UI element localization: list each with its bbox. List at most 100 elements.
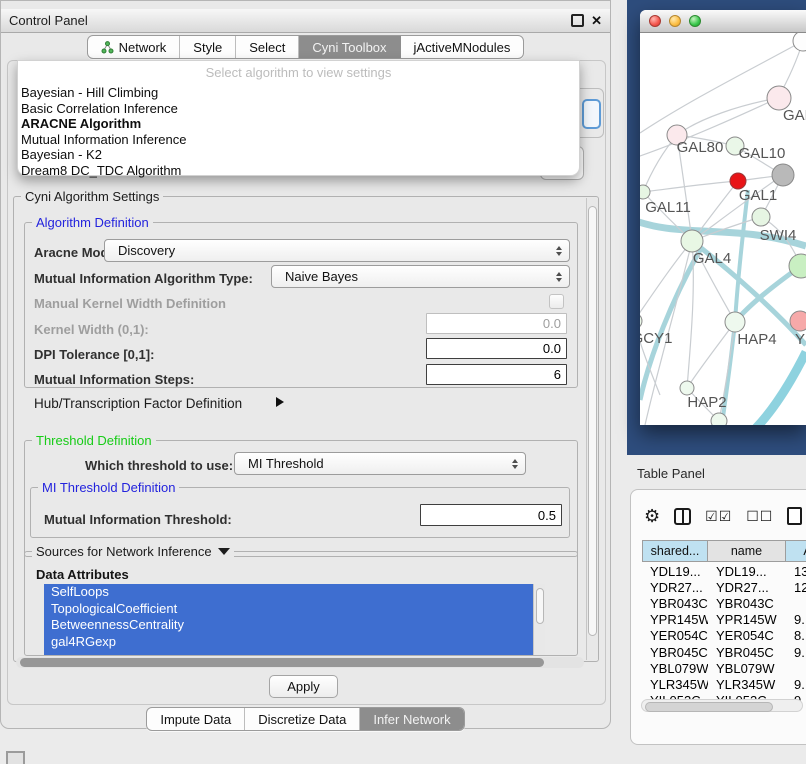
attribute-item[interactable]: TopologicalCoefficient <box>44 601 533 618</box>
cell-shared-name: YDL19... <box>642 564 708 579</box>
network-graph[interactable]: GAL80 GAL10 GAL1 GAL11 SWI4 GAL4 GCY1 HA… <box>640 33 806 425</box>
expand-right-icon[interactable] <box>276 397 284 407</box>
attribute-list-scroll-thumb[interactable] <box>536 588 544 624</box>
mi-steps-field[interactable] <box>426 364 567 385</box>
table-row[interactable]: YDL19... YDL19... 13 <box>642 563 806 579</box>
top-tabstrip: Network Style Select Cyni Toolbox jActiv… <box>0 35 611 59</box>
settings-hscroll-thumb[interactable] <box>20 658 544 667</box>
network-node-labels: GAL80 GAL10 GAL1 GAL11 SWI4 GAL4 GCY1 HA… <box>640 107 806 411</box>
mac-minimize-icon[interactable] <box>669 15 681 27</box>
dropdown-item[interactable]: Basic Correlation Inference <box>18 101 579 117</box>
combo-spinner-icon <box>512 459 518 469</box>
network-node[interactable] <box>711 413 727 425</box>
data-attributes-list[interactable]: SelfLoops TopologicalCoefficient Between… <box>44 584 533 655</box>
tab-discretize-data[interactable]: Discretize Data <box>245 708 360 730</box>
cell-name: YPR145W <box>708 612 786 627</box>
network-node[interactable] <box>640 313 642 329</box>
minimized-panel-icon[interactable] <box>6 751 25 764</box>
tab-network[interactable]: Network <box>88 36 181 58</box>
column-header-partial[interactable]: A <box>786 540 806 562</box>
network-node[interactable] <box>752 208 770 226</box>
table-row[interactable]: YBR043C YBR043C <box>642 595 806 611</box>
apply-button[interactable]: Apply <box>269 675 338 698</box>
network-node[interactable] <box>681 230 703 252</box>
network-window-titlebar[interactable] <box>640 10 806 33</box>
control-panel-title: Control Panel <box>1 13 88 28</box>
attribute-item[interactable]: SelfLoops <box>44 584 533 601</box>
tab-label: Discretize Data <box>258 712 346 727</box>
focused-combo-arrow-fragment[interactable] <box>582 99 601 129</box>
network-node[interactable] <box>640 185 650 199</box>
settings-horizontal-scrollbar[interactable] <box>16 657 584 668</box>
aracne-mode-combo[interactable]: Discovery <box>104 239 570 262</box>
network-node[interactable] <box>725 312 745 332</box>
network-node[interactable] <box>793 33 806 51</box>
export-table-icon[interactable] <box>787 507 802 525</box>
settings-vscroll-thumb[interactable] <box>588 206 597 636</box>
cell-shared-name: YLR345W <box>642 677 708 692</box>
dropdown-item-selected[interactable]: ARACNE Algorithm <box>18 116 579 132</box>
node-label-cut: Y <box>795 331 805 348</box>
kernel-width-field[interactable] <box>426 313 567 334</box>
gear-icon[interactable]: ⚙ <box>644 507 660 525</box>
column-header-name[interactable]: name <box>708 540 786 562</box>
dropdown-item[interactable]: Mutual Information Inference <box>18 132 579 148</box>
tab-style[interactable]: Style <box>180 36 236 58</box>
table-row[interactable]: YBR045C YBR045C 9. <box>642 644 806 660</box>
table-row[interactable]: YPR145W YPR145W 9. <box>642 612 806 628</box>
deselect-all-checkboxes-icon[interactable]: ☐☐ <box>746 508 773 525</box>
tab-label: Style <box>193 40 222 55</box>
kernel-width-label: Kernel Width (0,1): <box>34 322 149 337</box>
which-threshold-combo[interactable]: MI Threshold <box>234 452 526 475</box>
sources-group-title[interactable]: Sources for Network Inference <box>32 544 234 559</box>
mac-zoom-icon[interactable] <box>689 15 701 27</box>
network-node[interactable] <box>680 381 694 395</box>
select-all-checkboxes-icon[interactable]: ☑☑ <box>705 508 732 525</box>
table-row[interactable]: YBL079W YBL079W <box>642 660 806 676</box>
attribute-item[interactable]: gal4RGexp <box>44 634 533 651</box>
network-canvas[interactable]: GAL80 GAL10 GAL1 GAL11 SWI4 GAL4 GCY1 HA… <box>640 33 806 425</box>
table-row[interactable]: YDR27... YDR27... 12 <box>642 579 806 595</box>
table-hscroll-thumb[interactable] <box>645 702 773 712</box>
dropdown-item[interactable]: Dream8 DC_TDC Algorithm <box>18 163 579 179</box>
mi-type-combo[interactable]: Naive Bayes <box>271 265 570 288</box>
manual-kernel-checkbox[interactable] <box>549 294 564 309</box>
attribute-list-scrollbar[interactable] <box>533 584 545 655</box>
hub-definition-label[interactable]: Hub/Transcription Factor Definition <box>34 396 242 411</box>
table-body[interactable]: YDL19... YDL19... 13 YDR27... YDR27... 1… <box>642 563 806 701</box>
cell-name: YDR27... <box>708 580 786 595</box>
tab-infer-network[interactable]: Infer Network <box>360 708 463 730</box>
network-window[interactable]: GAL80 GAL10 GAL1 GAL11 SWI4 GAL4 GCY1 HA… <box>640 10 806 425</box>
cell-value: 9. <box>786 612 806 627</box>
tab-jactivemnodules[interactable]: jActiveMNodules <box>401 36 524 58</box>
columns-icon[interactable] <box>674 508 691 525</box>
threshold-definition-title-text: Threshold Definition <box>36 433 152 448</box>
table-panel-title: Table Panel <box>637 466 705 481</box>
network-node[interactable] <box>772 164 794 186</box>
cell-name: YDL19... <box>708 564 786 579</box>
attribute-item[interactable]: BetweennessCentrality <box>44 617 533 634</box>
settings-group-title: Cyni Algorithm Settings <box>21 189 163 204</box>
network-node[interactable] <box>790 311 806 331</box>
dpi-tolerance-field[interactable] <box>426 338 567 359</box>
tab-label: jActiveMNodules <box>414 40 511 55</box>
tab-impute-data[interactable]: Impute Data <box>147 708 245 730</box>
control-panel-titlebar[interactable]: Control Panel ✕ <box>1 9 610 33</box>
dropdown-item[interactable]: Bayesian - Hill Climbing <box>18 85 579 101</box>
column-header-shared-name[interactable]: shared... <box>642 540 708 562</box>
tab-select[interactable]: Select <box>236 36 299 58</box>
table-row[interactable]: YLR345W YLR345W 9. <box>642 676 806 692</box>
float-window-icon[interactable] <box>571 14 584 27</box>
collapse-down-icon[interactable] <box>218 548 230 555</box>
network-edges-thick <box>640 190 806 425</box>
tab-cyni-toolbox[interactable]: Cyni Toolbox <box>299 36 400 58</box>
node-label: HAP2 <box>687 394 726 411</box>
cell-shared-name: YDR27... <box>642 580 708 595</box>
settings-vertical-scrollbar[interactable] <box>586 198 598 660</box>
mac-close-icon[interactable] <box>649 15 661 27</box>
dropdown-item[interactable]: Bayesian - K2 <box>18 147 579 163</box>
close-icon[interactable]: ✕ <box>591 16 602 26</box>
table-row[interactable]: YER054C YER054C 8. <box>642 628 806 644</box>
mi-threshold-field[interactable] <box>420 504 562 526</box>
table-horizontal-scrollbar[interactable] <box>641 699 803 712</box>
